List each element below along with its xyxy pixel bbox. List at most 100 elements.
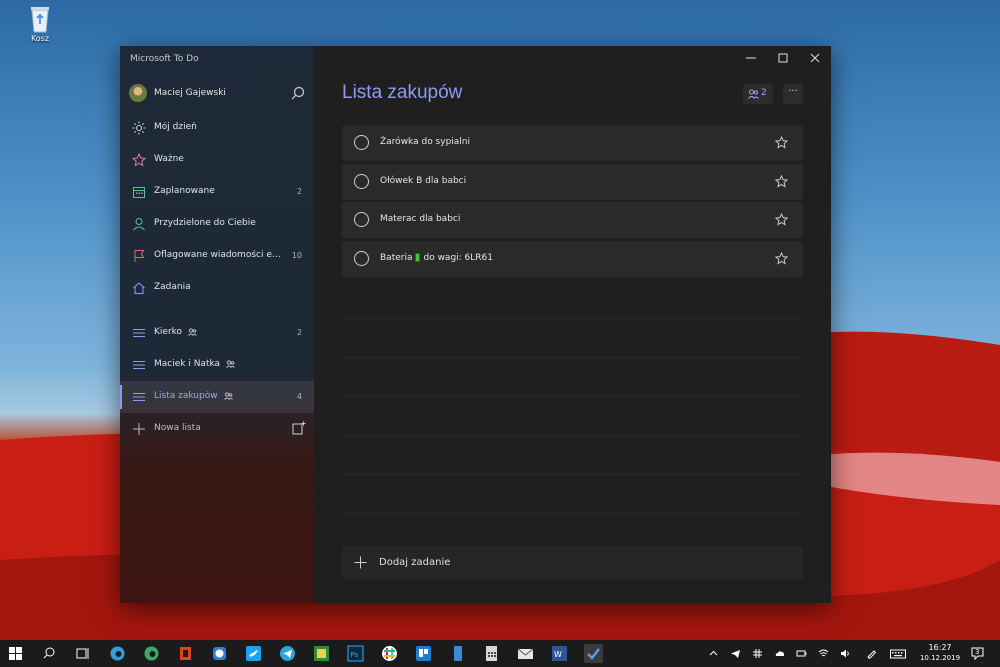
- shared-people-icon: [748, 89, 759, 99]
- telegram-icon[interactable]: [278, 644, 297, 663]
- task-view-icon[interactable]: [74, 644, 93, 663]
- todo-window: Microsoft To Do Maciej Gajewski Mój dzie…: [120, 46, 831, 603]
- mail-icon[interactable]: [516, 644, 535, 663]
- sidebar-item-count: 2: [296, 328, 302, 337]
- pen-icon[interactable]: [866, 648, 877, 659]
- shared-people-icon: [226, 359, 235, 368]
- clock-date: 10.12.2019: [919, 654, 961, 662]
- taskbar: Ps W 16:27 10.12.2019 3: [0, 640, 1000, 667]
- windows-start-icon[interactable]: [6, 644, 25, 663]
- task-title: Materac dla babci: [380, 214, 461, 225]
- photoshop-icon[interactable]: Ps: [346, 644, 365, 663]
- task-item[interactable]: Żarówka do sypialni: [342, 125, 803, 161]
- page-title[interactable]: Lista zakupów: [342, 82, 462, 104]
- shared-people-icon: [188, 327, 197, 336]
- star-icon[interactable]: [775, 136, 788, 149]
- money-app-icon[interactable]: [312, 644, 331, 663]
- user-profile[interactable]: Maciej Gajewski: [120, 82, 314, 106]
- svg-text:W: W: [554, 650, 562, 659]
- maximize-icon[interactable]: [767, 46, 799, 70]
- clock-time: 16:27: [928, 643, 952, 652]
- star-icon[interactable]: [775, 174, 788, 188]
- add-task-label: Dodaj zadanie: [379, 557, 451, 568]
- trello-icon[interactable]: [414, 644, 433, 663]
- sidebar-list-kierko[interactable]: Kierko 2: [120, 317, 314, 349]
- notification-count: 3: [975, 648, 980, 656]
- svg-text:Ps: Ps: [351, 651, 359, 659]
- calculator-icon[interactable]: [482, 644, 501, 663]
- close-icon[interactable]: [799, 46, 831, 70]
- complete-checkbox[interactable]: [354, 173, 369, 189]
- clock[interactable]: 16:27 10.12.2019: [918, 643, 962, 662]
- word-icon[interactable]: W: [550, 644, 569, 663]
- edge-icon[interactable]: [108, 644, 127, 663]
- new-list-button[interactable]: Nowa lista: [120, 413, 314, 445]
- complete-checkbox[interactable]: [354, 251, 369, 267]
- search-icon[interactable]: [40, 644, 59, 663]
- search-icon[interactable]: [290, 85, 306, 101]
- sidebar-item-label: Maciek i Natka: [154, 359, 235, 369]
- sidebar-item-my-day[interactable]: Mój dzień: [120, 112, 314, 144]
- sidebar-item-important[interactable]: Ważne: [120, 144, 314, 176]
- complete-checkbox[interactable]: [354, 135, 369, 150]
- sidebar-item-assigned[interactable]: Przydzielone do Ciebie: [120, 208, 314, 240]
- office-icon[interactable]: [176, 644, 195, 663]
- recycle-bin[interactable]: Kosz: [22, 4, 58, 43]
- edge-canary-icon[interactable]: [142, 644, 161, 663]
- messenger-icon[interactable]: [210, 644, 229, 663]
- minimize-icon[interactable]: [735, 46, 767, 70]
- sun-icon: [132, 121, 146, 135]
- plus-icon: [354, 556, 367, 569]
- list-icon: [133, 329, 145, 337]
- share-count: 2: [761, 88, 767, 98]
- sidebar-item-planned[interactable]: Zaplanowane 2: [120, 176, 314, 208]
- recycle-bin-label: Kosz: [30, 34, 50, 43]
- avatar: [129, 84, 147, 102]
- sidebar-list-lista-zakupow[interactable]: Lista zakupów 4: [120, 381, 314, 413]
- new-list-label: Nowa lista: [154, 423, 201, 433]
- task-item[interactable]: Materac dla babci: [342, 202, 803, 239]
- keyboard-icon[interactable]: [890, 648, 906, 659]
- slack-icon[interactable]: [380, 644, 399, 663]
- sidebar-item-flagged-email[interactable]: Oflagowane wiadomości e-mail 10: [120, 240, 314, 272]
- sidebar-item-label: Zaplanowane: [154, 186, 215, 196]
- sidebar-divider: [120, 304, 314, 317]
- sidebar-item-count: 4: [296, 392, 302, 401]
- flag-icon: [134, 250, 145, 262]
- sidebar-list-maciek-i-natka[interactable]: Maciek i Natka: [120, 349, 314, 381]
- notifications-button[interactable]: 3: [970, 646, 985, 661]
- shared-people-icon: [223, 391, 233, 400]
- star-icon[interactable]: [775, 252, 788, 265]
- calendar-icon: [133, 187, 145, 198]
- task-item[interactable]: Ołówek B dla babci: [342, 163, 803, 200]
- new-group-icon[interactable]: [292, 421, 306, 435]
- slack-tray-icon[interactable]: [752, 648, 763, 659]
- battery-icon: [415, 253, 421, 263]
- complete-checkbox[interactable]: [354, 212, 369, 228]
- phone-app-icon[interactable]: [448, 644, 467, 663]
- volume-icon[interactable]: [840, 648, 851, 659]
- wifi-icon[interactable]: [818, 648, 829, 659]
- twitter-icon[interactable]: [244, 644, 263, 663]
- star-icon: [132, 153, 146, 167]
- microsoft-todo-icon[interactable]: [584, 644, 603, 663]
- task-item[interactable]: Bateria do wagi: 6LR61: [342, 241, 803, 278]
- user-name: Maciej Gajewski: [154, 88, 226, 98]
- cloud-icon[interactable]: [774, 648, 785, 659]
- smart-lists: Mój dzień Ważne Zaplanowane 2 Przydzielo…: [120, 112, 314, 445]
- task-title: Żarówka do sypialni: [380, 137, 471, 147]
- sidebar-item-label: Przydzielone do Ciebie: [154, 218, 256, 228]
- share-button[interactable]: 2: [743, 84, 773, 104]
- star-icon[interactable]: [775, 213, 788, 226]
- telegram-tray-icon[interactable]: [730, 648, 741, 659]
- task-title: Ołówek B dla babci: [380, 175, 467, 186]
- chevron-up-icon[interactable]: [708, 648, 719, 659]
- sidebar-item-label: Oflagowane wiadomości e-mail: [154, 250, 284, 260]
- add-task-input[interactable]: Dodaj zadanie: [342, 546, 803, 580]
- battery-tray-icon[interactable]: [796, 648, 807, 659]
- sidebar: Microsoft To Do Maciej Gajewski Mój dzie…: [120, 46, 314, 603]
- more-options-button[interactable]: ···: [783, 84, 803, 104]
- task-title: Bateria do wagi: 6LR61: [380, 253, 493, 264]
- sidebar-item-tasks[interactable]: Zadania: [120, 272, 314, 304]
- empty-task-lines: [342, 280, 803, 540]
